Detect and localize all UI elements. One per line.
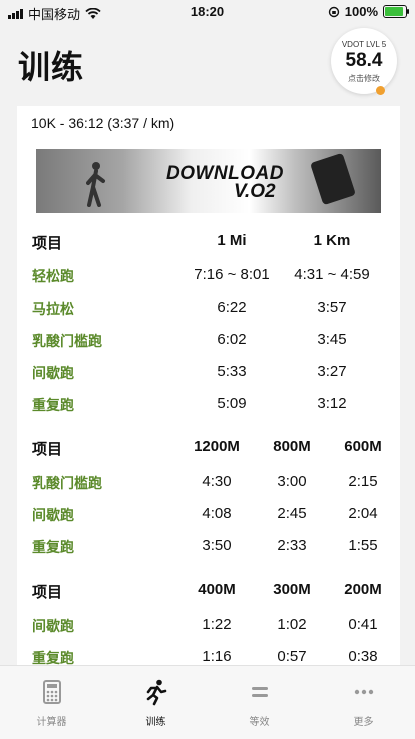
vdot-value: 58.4 [345,50,383,71]
table-row: 间歇跑 5:33 3:27 [17,361,400,383]
download-banner[interactable]: DOWNLOAD V.O2 [36,149,381,213]
tab-calculator[interactable]: 计算器 [0,666,103,739]
row-label: 乳酸门槛跑 [32,333,102,349]
vdot-level: VDOT LVL 5 [341,40,387,49]
row-value: 5:33 [217,363,247,380]
row-value: 0:38 [348,648,378,665]
battery-icon [383,5,409,18]
row-value: 4:31 ~ 4:59 [294,266,370,283]
row-value: 1:22 [202,616,232,633]
row-value: 4:30 [202,473,232,490]
pace-card: 10K - 36:12 (3:37 / km) DOWNLOAD V.O2 项目… [17,106,400,666]
row-value: 7:16 ~ 8:01 [194,266,270,283]
vdot-hint: 点击修改 [348,74,380,83]
row-value: 0:57 [277,648,307,665]
runner-photo-icon [86,162,105,207]
tab-label: 更多 [353,717,374,728]
row-label: 马拉松 [32,301,74,317]
row-value: 3:50 [202,537,232,554]
row-value: 6:22 [217,299,247,316]
table-row: 乳酸门槛跑 4:30 3:00 2:15 [17,471,400,493]
table1-header: 项目 1 Mi 1 Km [17,230,400,252]
table3-header-300m: 300M [273,581,311,598]
tab-label: 计算器 [36,717,67,728]
row-label: 间歇跑 [32,507,74,523]
table1-header-km: 1 Km [313,232,351,249]
row-value: 6:02 [217,331,247,348]
row-value: 3:00 [277,473,307,490]
vdot-badge[interactable]: VDOT LVL 5 58.4 点击修改 [331,28,397,95]
row-value: 2:15 [348,473,378,490]
battery-percent: 100% [344,4,378,19]
tab-bar: 计算器 训练 等效 更多 [0,665,415,739]
table2-header-600m: 600M [344,438,382,455]
row-value: 3:45 [317,331,347,348]
row-label: 重复跑 [32,650,74,666]
table-row: 间歇跑 4:08 2:45 2:04 [17,503,400,525]
row-label: 间歇跑 [32,365,74,381]
race-summary: 10K - 36:12 (3:37 / km) [31,115,175,131]
table3-header-200m: 200M [344,581,382,598]
row-label: 重复跑 [32,539,74,555]
row-value: 0:41 [348,616,378,633]
tab-label: 等效 [249,717,270,728]
tab-training[interactable]: 训练 [104,666,207,739]
table-row: 重复跑 5:09 3:12 [17,393,400,415]
row-value: 4:08 [202,505,232,522]
table3-header: 项目 400M 300M 200M [17,579,400,601]
runner-icon [146,679,167,706]
row-value: 2:33 [277,537,307,554]
row-label: 间歇跑 [32,618,74,634]
tab-equivalent[interactable]: 等效 [208,666,311,739]
row-value: 1:16 [202,648,232,665]
table2-header-1200m: 1200M [194,438,240,455]
tab-more[interactable]: 更多 [312,666,415,739]
row-value: 2:45 [277,505,307,522]
page-title: 训练 [18,49,85,85]
table-row: 乳酸门槛跑 6:02 3:45 [17,329,400,351]
table1-header-mile: 1 Mi [217,232,247,249]
table3-header-400m: 400M [198,581,236,598]
table3-header-item: 项目 [32,584,63,601]
table-row: 轻松跑 7:16 ~ 8:01 4:31 ~ 4:59 [17,264,400,286]
row-value: 3:57 [317,299,347,316]
equals-icon [252,687,268,697]
table2-header-item: 项目 [32,441,63,458]
more-icon [354,689,374,695]
calculator-icon [43,680,61,704]
table-row: 重复跑 3:50 2:33 1:55 [17,535,400,557]
tab-label: 训练 [145,717,166,728]
table-row: 间歇跑 1:22 1:02 0:41 [17,614,400,636]
row-value: 5:09 [217,395,247,412]
row-value: 3:27 [317,363,347,380]
row-value: 1:02 [277,616,307,633]
notification-dot [376,86,385,95]
table-row: 重复跑 1:16 0:57 0:38 [17,646,400,666]
status-bar: 中国移动 18:20 100% [0,0,415,22]
row-value: 2:04 [348,505,378,522]
row-label: 重复跑 [32,397,74,413]
rotation-lock-icon [328,6,339,17]
banner-line2: V.O2 [234,181,276,202]
row-label: 轻松跑 [32,268,74,284]
phone-icon [310,152,356,206]
table-row: 马拉松 6:22 3:57 [17,297,400,319]
row-label: 乳酸门槛跑 [32,475,102,491]
table2-header: 项目 1200M 800M 600M [17,436,400,458]
row-value: 1:55 [348,537,378,554]
table1-header-item: 项目 [32,235,63,252]
row-value: 3:12 [317,395,347,412]
table2-header-800m: 800M [273,438,311,455]
